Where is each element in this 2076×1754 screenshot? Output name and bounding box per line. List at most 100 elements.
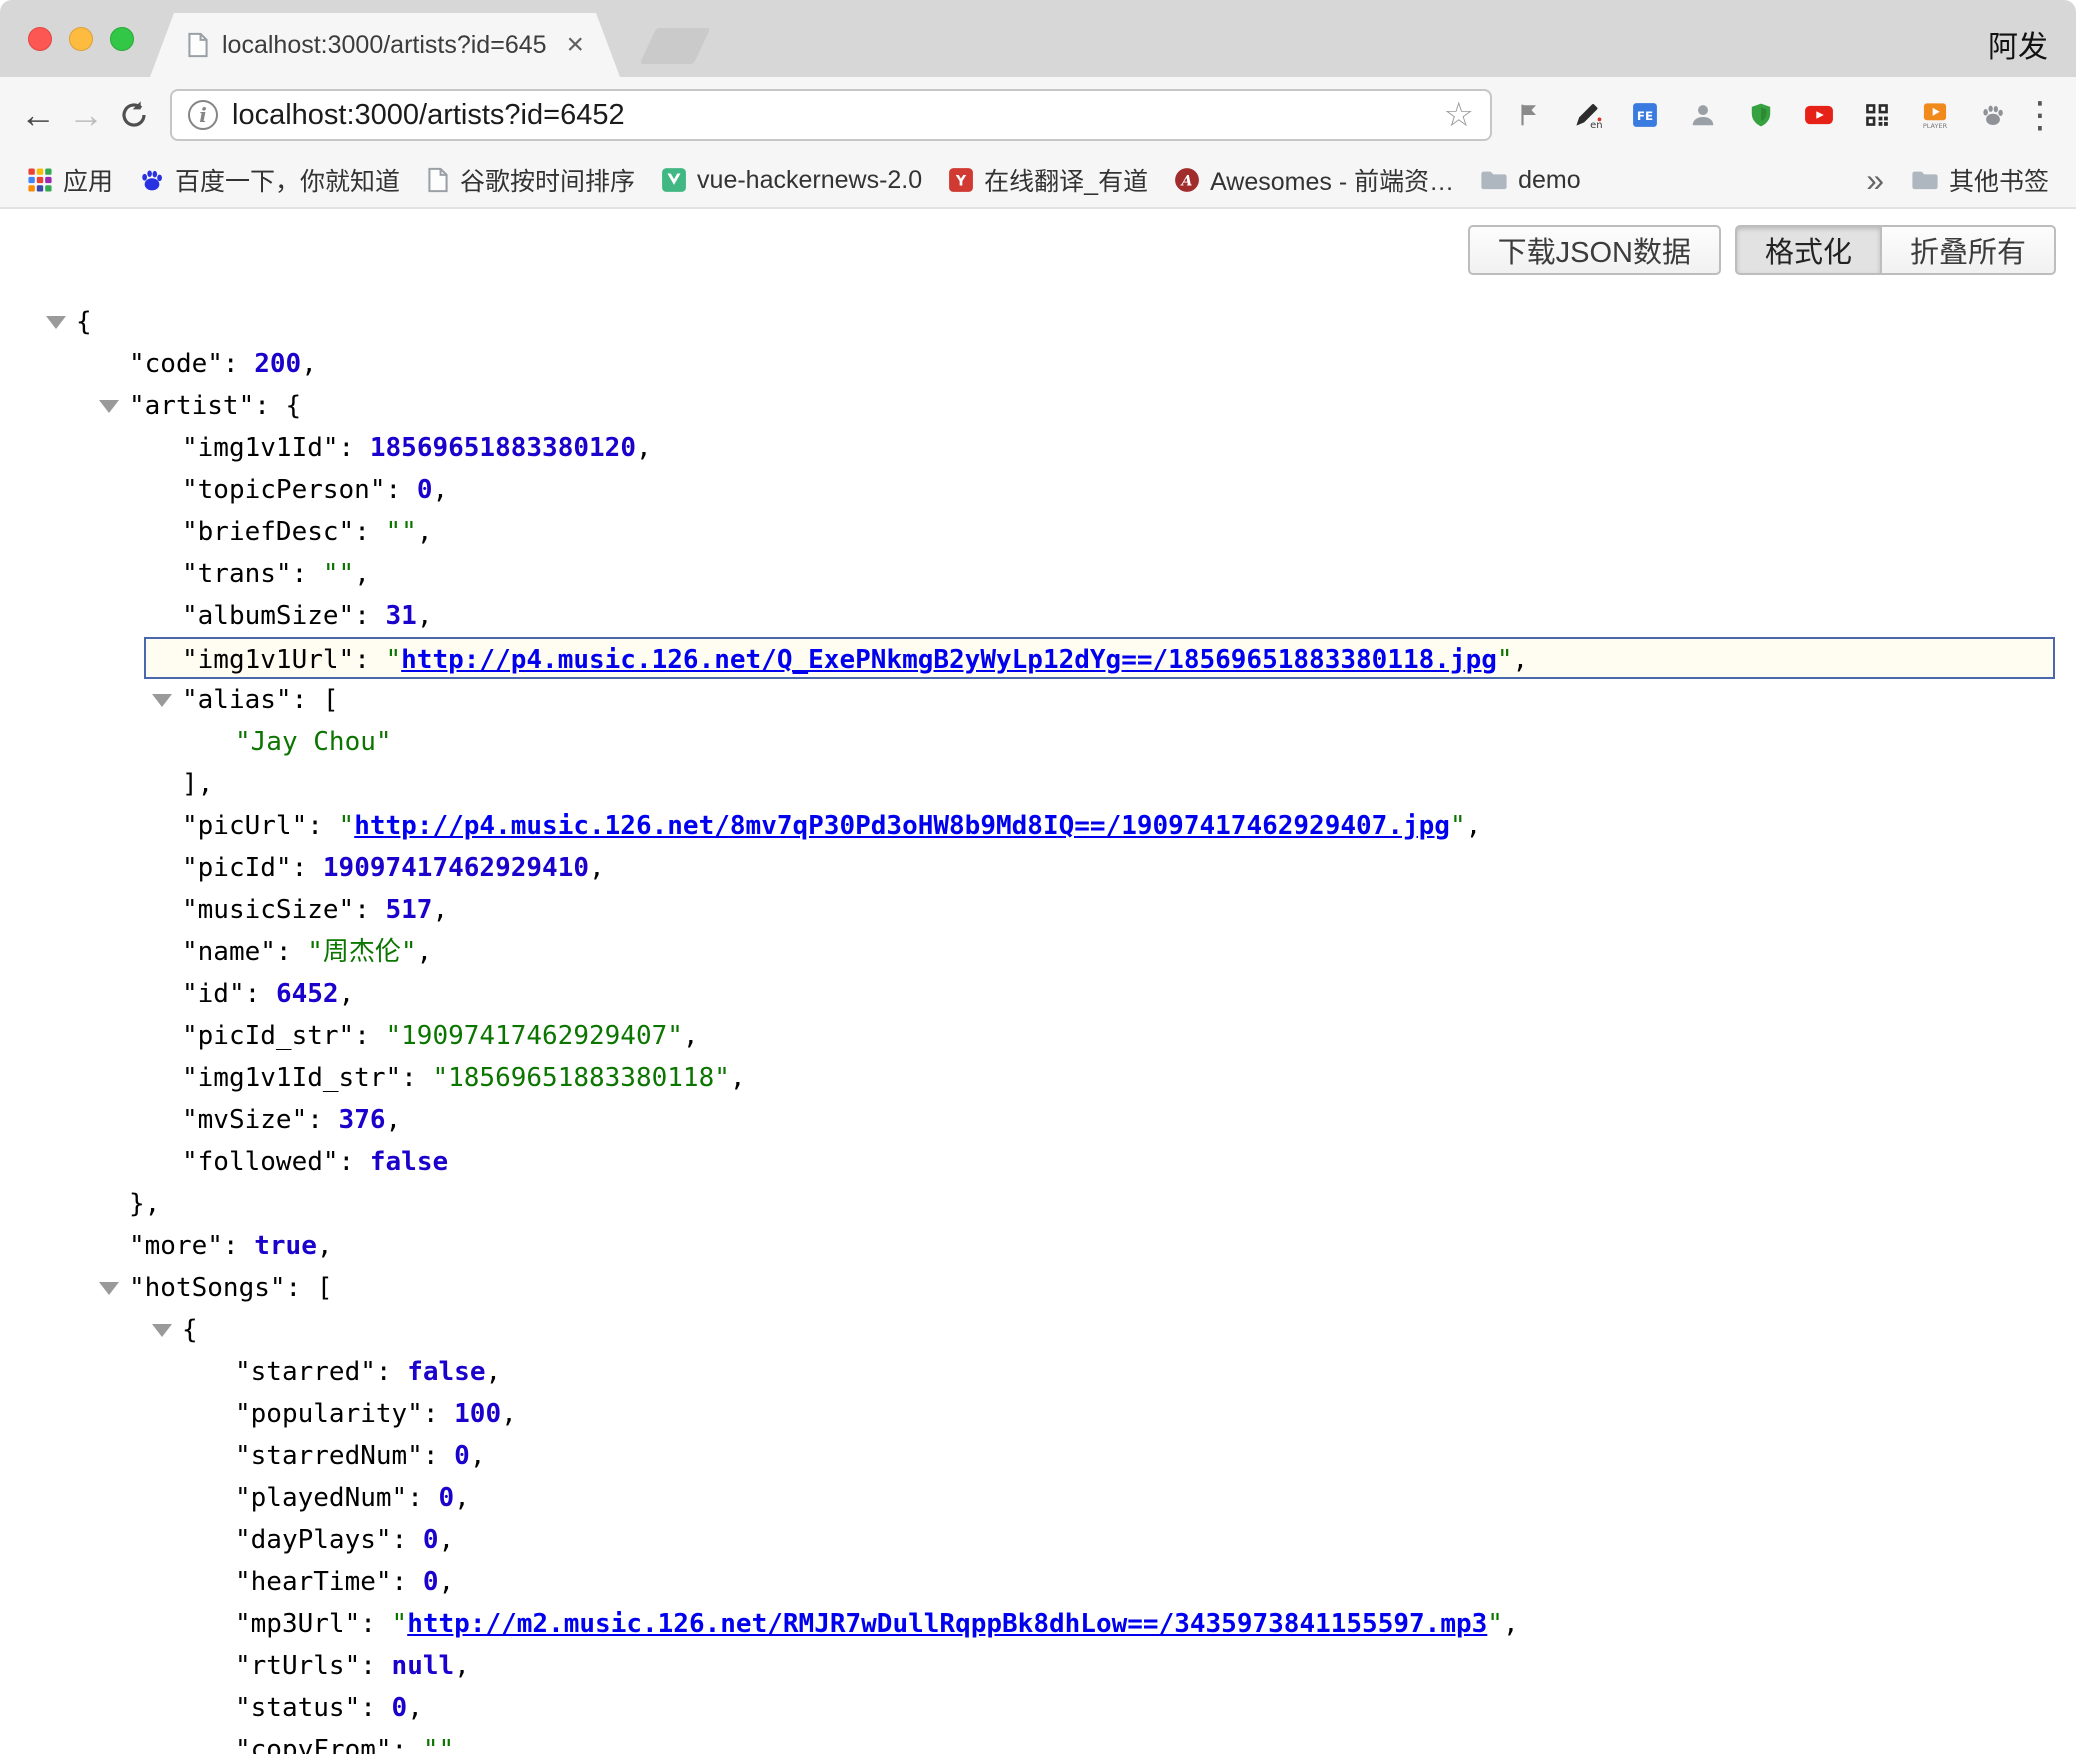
json-comma: , <box>454 1651 470 1681</box>
json-key: "briefDesc" <box>182 517 354 547</box>
json-link[interactable]: http://p4.music.126.net/8mv7qP30Pd3oHW8b… <box>354 811 1450 841</box>
tab-close-icon[interactable]: × <box>566 30 584 60</box>
json-quote: " <box>1450 811 1466 841</box>
browser-menu-icon[interactable]: ⋮ <box>2018 94 2062 136</box>
extension-player-icon[interactable]: PLAYER <box>1910 90 1960 140</box>
collapse-arrow-icon[interactable] <box>99 1282 119 1295</box>
json-comma: , <box>317 1231 333 1261</box>
json-bracket: { <box>182 1315 198 1345</box>
json-line: "popularity": 100, <box>0 1393 2076 1435</box>
format-button[interactable]: 格式化 <box>1735 225 1882 275</box>
json-colon: : <box>423 1441 454 1471</box>
json-number: 0 <box>417 475 433 505</box>
download-json-button[interactable]: 下载JSON数据 <box>1468 225 1721 275</box>
json-number: 100 <box>454 1399 501 1429</box>
json-key: "trans" <box>182 559 292 589</box>
bookmarks-bar: 应用百度一下，你就知道谷歌按时间排序vue-hackernews-2.0Y在线翻… <box>0 153 2076 209</box>
json-bracket: { <box>76 307 92 337</box>
json-link[interactable]: http://m2.music.126.net/RMJR7wDullRqppBk… <box>407 1609 1487 1639</box>
extension-youtube-icon[interactable] <box>1794 90 1844 140</box>
reload-button[interactable] <box>110 99 158 131</box>
extension-person-icon[interactable] <box>1678 90 1728 140</box>
json-controls: 下载JSON数据 格式化 折叠所有 <box>0 225 2076 275</box>
browser-window: localhost:3000/artists?id=645 × 阿发 ← → i… <box>0 0 2076 1754</box>
json-key: "hearTime" <box>235 1567 392 1597</box>
json-key: "dayPlays" <box>235 1525 392 1555</box>
json-comma: , <box>339 979 355 1009</box>
collapse-all-button[interactable]: 折叠所有 <box>1882 225 2056 275</box>
page-info-icon[interactable]: i <box>188 100 218 130</box>
bookmark-label: 在线翻译_有道 <box>984 162 1148 198</box>
json-key: "followed" <box>182 1147 339 1177</box>
json-number: 0 <box>439 1483 455 1513</box>
bookmarks-overflow-chevron[interactable]: » <box>1852 162 1898 199</box>
extension-pen-translate-icon[interactable]: en <box>1562 90 1612 140</box>
json-line: "picId_str": "19097417462929407", <box>0 1015 2076 1057</box>
json-colon: : <box>423 1399 454 1429</box>
json-colon: : <box>292 685 323 715</box>
bookmark-youdao[interactable]: Y在线翻译_有道 <box>935 158 1161 202</box>
extension-flag-icon[interactable] <box>1504 90 1554 140</box>
minimize-window-button[interactable] <box>69 27 93 51</box>
bookmark-baidu[interactable]: 百度一下，你就知道 <box>126 158 413 202</box>
json-comma: , <box>432 475 448 505</box>
bookmark-star-icon[interactable]: ☆ <box>1444 98 1474 132</box>
json-colon: : <box>354 601 385 631</box>
json-key: "img1v1Url" <box>182 645 354 675</box>
extension-qrcode-icon[interactable] <box>1852 90 1902 140</box>
forward-button[interactable]: → <box>62 97 110 133</box>
bookmark-apps[interactable]: 应用 <box>14 158 126 202</box>
json-colon: : <box>392 1735 423 1754</box>
json-key: "starredNum" <box>235 1441 423 1471</box>
json-comma: , <box>301 349 317 379</box>
json-colon: : <box>223 1231 254 1261</box>
extension-shield-icon[interactable] <box>1736 90 1786 140</box>
bookmark-google-sort[interactable]: 谷歌按时间排序 <box>413 158 648 202</box>
extension-fe-icon[interactable]: FE <box>1620 90 1670 140</box>
collapse-arrow-icon[interactable] <box>152 694 172 707</box>
browser-tab[interactable]: localhost:3000/artists?id=645 × <box>150 13 620 77</box>
json-key: "popularity" <box>235 1399 423 1429</box>
zoom-window-button[interactable] <box>110 27 134 51</box>
browser-toolbar: ← → i localhost:3000/artists?id=6452 ☆ e… <box>0 77 2076 153</box>
address-bar[interactable]: i localhost:3000/artists?id=6452 ☆ <box>170 89 1492 141</box>
url-text[interactable]: localhost:3000/artists?id=6452 <box>232 99 1430 132</box>
bookmark-awesomes[interactable]: AAwesomes - 前端资… <box>1161 158 1467 202</box>
json-line: "hearTime": 0, <box>0 1561 2076 1603</box>
json-colon: : <box>354 517 385 547</box>
close-window-button[interactable] <box>28 27 52 51</box>
extension-paw-icon[interactable] <box>1968 90 2018 140</box>
json-colon: : <box>276 937 307 967</box>
json-boolean: true <box>254 1231 317 1261</box>
other-bookmarks-folder[interactable]: 其他书签 <box>1898 158 2062 202</box>
collapse-arrow-icon[interactable] <box>99 400 119 413</box>
json-comma: , <box>730 1063 746 1093</box>
back-button[interactable]: ← <box>14 97 62 133</box>
new-tab-button[interactable] <box>640 28 711 64</box>
json-colon: : <box>307 811 338 841</box>
json-line: "img1v1Id": 18569651883380120, <box>0 427 2076 469</box>
json-number: 0 <box>423 1525 439 1555</box>
json-colon: : <box>360 1609 391 1639</box>
json-line: "rtUrls": null, <box>0 1645 2076 1687</box>
json-key: "topicPerson" <box>182 475 386 505</box>
json-colon: : <box>354 895 385 925</box>
json-key: "rtUrls" <box>235 1651 360 1681</box>
json-boolean: false <box>370 1147 448 1177</box>
json-comma: , <box>683 1021 699 1051</box>
profile-name[interactable]: 阿发 <box>1988 22 2048 66</box>
json-line: "albumSize": 31, <box>0 595 2076 637</box>
json-bracket: [ <box>323 685 339 715</box>
json-line: "alias": [ <box>0 679 2076 721</box>
collapse-arrow-icon[interactable] <box>152 1324 172 1337</box>
bookmark-vue-hackernews[interactable]: vue-hackernews-2.0 <box>648 158 935 202</box>
json-quote: " <box>339 811 355 841</box>
json-line: "copyFrom": "", <box>0 1729 2076 1754</box>
json-number: 517 <box>386 895 433 925</box>
bookmark-demo[interactable]: demo <box>1467 158 1594 202</box>
json-string: "" <box>323 559 354 589</box>
json-colon: : <box>339 1147 370 1177</box>
json-link[interactable]: http://p4.music.126.net/Q_ExePNkmgB2yWyL… <box>401 645 1497 675</box>
collapse-arrow-icon[interactable] <box>46 316 66 329</box>
bookmark-label: 应用 <box>63 162 113 198</box>
